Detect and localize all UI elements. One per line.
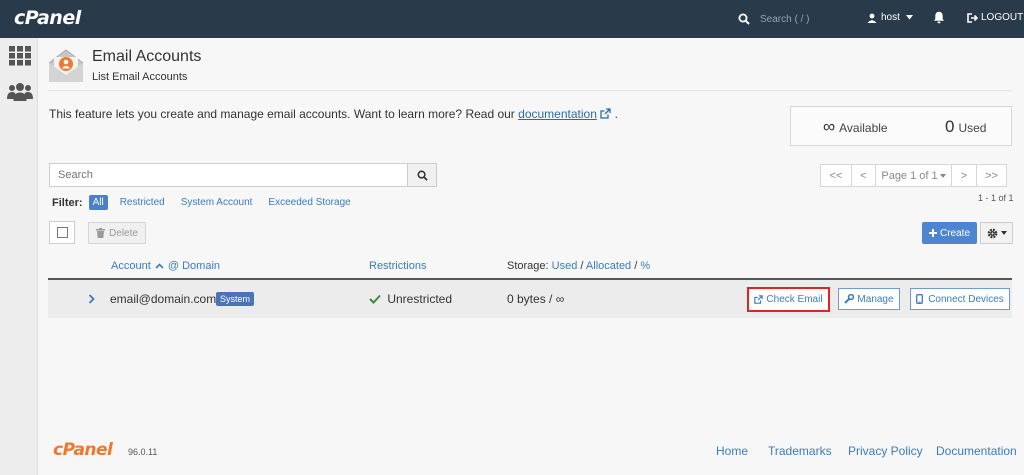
user-name: host xyxy=(881,12,900,23)
settings-menu-button[interactable] xyxy=(980,222,1013,244)
select-all-checkbox[interactable] xyxy=(49,221,75,244)
page-select-label: Page 1 of 1 xyxy=(881,169,938,182)
caret-down-icon xyxy=(905,15,913,20)
account-search-button[interactable] xyxy=(407,163,437,187)
bell-icon xyxy=(934,11,944,24)
sort-allocated[interactable]: Allocated xyxy=(586,260,631,272)
filter-system-account[interactable]: System Account xyxy=(181,197,253,208)
intro-text-after: . xyxy=(614,107,618,121)
create-button[interactable]: Create xyxy=(922,222,977,244)
sidebar-item-users[interactable] xyxy=(7,82,33,105)
main-content: Email Accounts List Email Accounts This … xyxy=(38,38,1024,475)
manage-label: Manage xyxy=(857,293,894,305)
column-domain-label: @ Domain xyxy=(167,260,221,272)
notifications-button[interactable] xyxy=(933,11,945,27)
storage-label: Storage: xyxy=(507,260,549,272)
page-subtitle: List Email Accounts xyxy=(92,71,188,83)
logout-icon xyxy=(967,12,978,23)
page-last-button[interactable]: >> xyxy=(976,164,1007,187)
user-icon xyxy=(867,13,877,23)
page-next-button[interactable]: > xyxy=(951,164,977,187)
delete-button[interactable]: Delete xyxy=(88,222,146,244)
header-divider xyxy=(48,90,1012,91)
column-restrictions[interactable]: Restrictions xyxy=(369,260,426,272)
footer-link-home[interactable]: Home xyxy=(716,444,748,458)
check-icon xyxy=(369,294,381,304)
filter-exceeded-storage[interactable]: Exceeded Storage xyxy=(268,197,350,208)
plus-icon xyxy=(928,229,937,237)
caret-down-icon xyxy=(939,173,946,178)
column-account[interactable]: Account @ Domain xyxy=(111,260,220,272)
table-row: email@domain.com System Unrestricted 0 b… xyxy=(48,280,1012,318)
create-label: Create xyxy=(939,227,970,239)
sidebar-item-tools[interactable] xyxy=(9,46,31,69)
sort-asc-icon xyxy=(155,263,164,269)
footer-link-trademarks[interactable]: Trademarks xyxy=(768,444,832,458)
page-first-button[interactable]: << xyxy=(820,164,852,187)
external-link-icon[interactable] xyxy=(600,108,611,119)
cpanel-logo[interactable]: cPanel xyxy=(14,7,81,29)
footer-cpanel-logo: cPanel xyxy=(53,440,113,460)
global-search-input[interactable] xyxy=(758,12,848,26)
row-email: email@domain.com xyxy=(110,292,217,306)
filter-all[interactable]: All xyxy=(88,195,108,210)
documentation-link[interactable]: documentation xyxy=(518,107,597,121)
account-search xyxy=(49,163,437,187)
sort-percent[interactable]: % xyxy=(640,260,650,272)
users-icon xyxy=(7,83,33,101)
gear-icon xyxy=(987,228,997,238)
external-link-icon xyxy=(754,295,764,304)
intro-text-before: This feature lets you create and manage … xyxy=(49,107,519,121)
restriction-label: Unrestricted xyxy=(387,292,453,306)
intro-text: This feature lets you create and manage … xyxy=(49,107,618,121)
stat-available: ∞ Available xyxy=(823,117,888,137)
manage-button[interactable]: Manage xyxy=(838,288,900,310)
top-bar: cPanel host LOGOUT xyxy=(0,0,1024,38)
stat-used: 0 Used xyxy=(945,117,986,137)
footer-link-documentation[interactable]: Documentation xyxy=(936,444,1017,458)
connect-devices-button[interactable]: Connect Devices xyxy=(910,288,1010,310)
logout-button[interactable]: LOGOUT xyxy=(967,12,1023,23)
caret-down-icon xyxy=(1000,231,1007,235)
delete-label: Delete xyxy=(109,227,138,239)
logout-label: LOGOUT xyxy=(981,12,1024,23)
expand-chevron-icon[interactable] xyxy=(88,294,95,304)
result-range: 1 - 1 of 1 xyxy=(978,193,1014,203)
footer-version: 96.0.11 xyxy=(128,447,158,457)
checkbox-square xyxy=(57,227,68,238)
account-stats: ∞ Available 0 Used xyxy=(790,106,1012,146)
row-restriction: Unrestricted xyxy=(369,292,452,306)
system-badge: System xyxy=(216,292,255,306)
sort-used[interactable]: Used xyxy=(552,260,578,272)
global-search[interactable] xyxy=(738,11,848,27)
row-storage: 0 bytes / ∞ xyxy=(507,292,565,306)
filter-bar: Filter: All Restricted System Account Ex… xyxy=(52,195,367,210)
email-accounts-icon xyxy=(48,47,84,86)
account-search-input[interactable] xyxy=(50,164,405,186)
check-email-label: Check Email xyxy=(766,294,823,305)
filter-label: Filter: xyxy=(52,196,83,209)
used-value: 0 xyxy=(945,117,955,136)
mobile-icon xyxy=(916,294,924,304)
page-select[interactable]: Page 1 of 1 xyxy=(875,164,952,187)
check-email-button[interactable]: Check Email xyxy=(747,287,830,312)
available-label: Available xyxy=(839,121,888,135)
page-prev-button[interactable]: < xyxy=(851,164,876,187)
wrench-icon xyxy=(844,294,855,304)
search-icon xyxy=(738,13,750,25)
sidebar xyxy=(0,38,38,475)
column-storage: Storage: Used / Allocated / % xyxy=(507,260,651,272)
connect-devices-label: Connect Devices xyxy=(928,293,1004,305)
available-value: ∞ xyxy=(823,117,836,136)
trash-icon xyxy=(96,228,106,238)
used-label: Used xyxy=(958,121,987,135)
user-menu[interactable]: host xyxy=(867,12,913,23)
footer-link-privacy-policy[interactable]: Privacy Policy xyxy=(848,444,923,458)
page-title: Email Accounts xyxy=(92,48,202,65)
column-account-label: Account xyxy=(111,260,151,272)
search-icon xyxy=(417,170,428,181)
filter-restricted[interactable]: Restricted xyxy=(120,197,165,208)
grid-icon xyxy=(9,46,31,66)
pagination: << < Page 1 of 1 > >> xyxy=(820,164,1007,187)
